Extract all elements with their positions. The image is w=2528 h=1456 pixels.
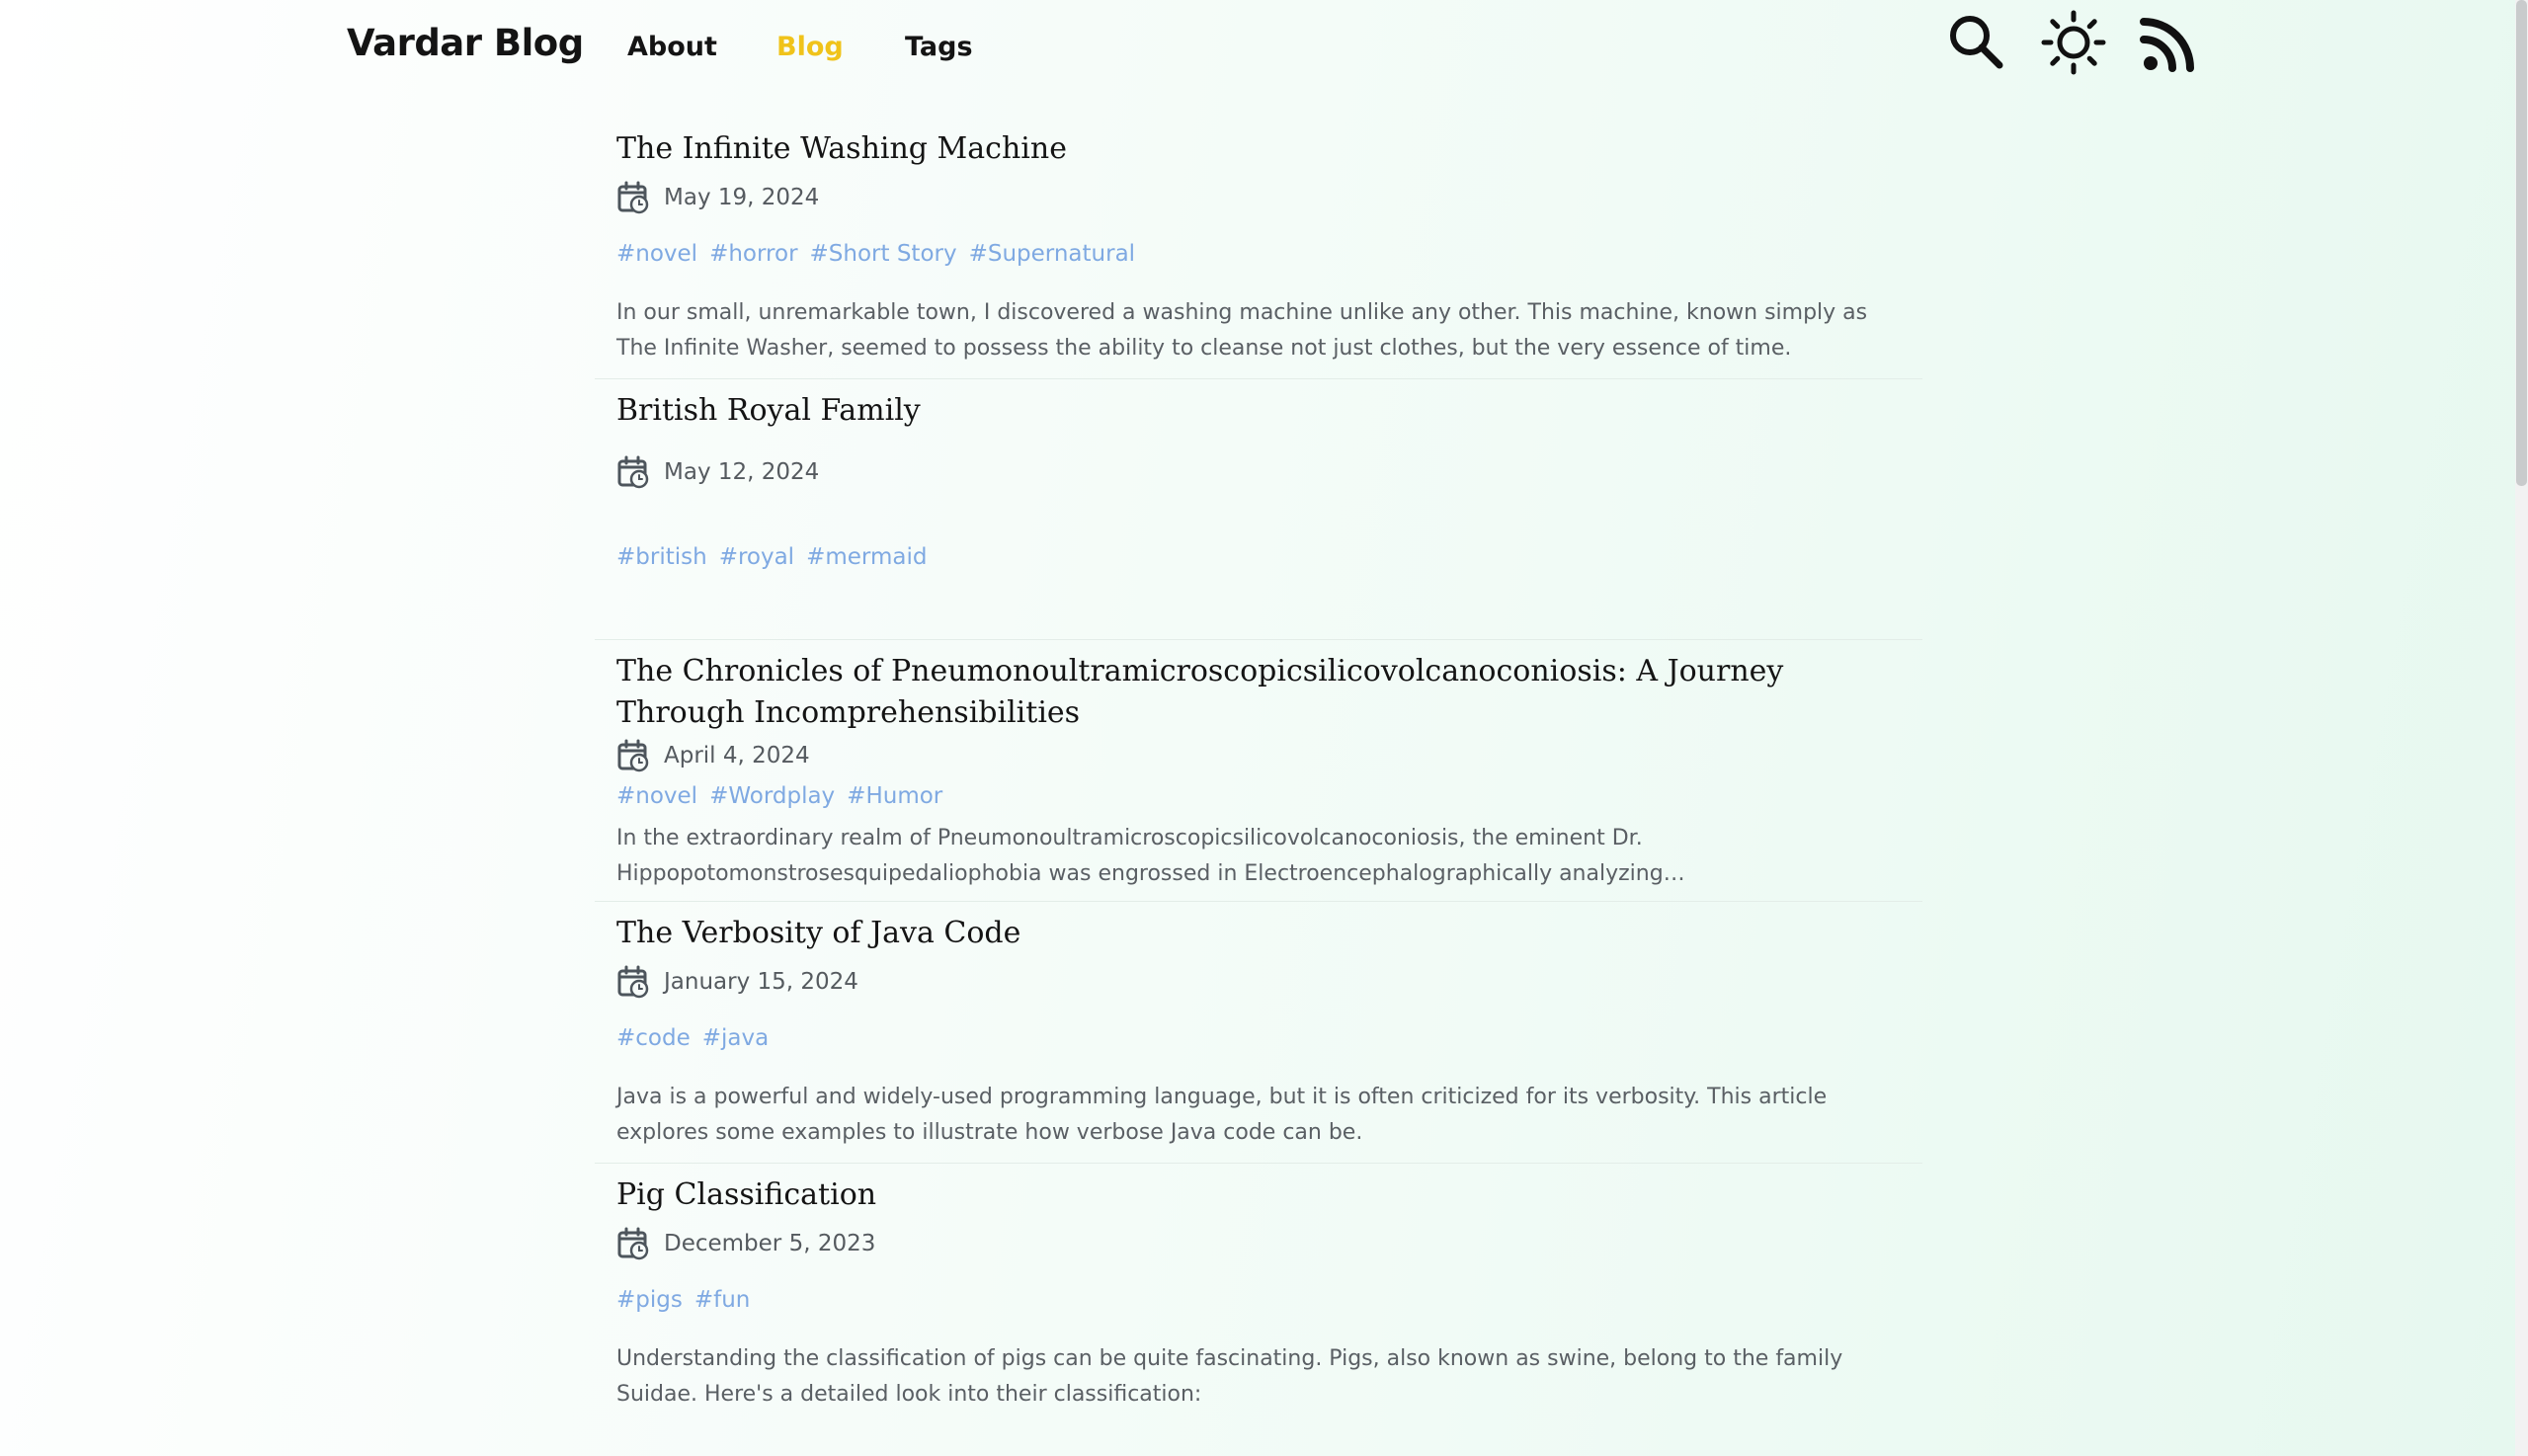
- post-title-link[interactable]: The Infinite Washing Machine: [616, 128, 1920, 170]
- post-title-link[interactable]: The Chronicles of Pneumonoultramicroscop…: [616, 651, 1920, 734]
- post-date-text: January 15, 2024: [664, 969, 858, 995]
- post-item: Pig Classification December 5, 2023 #pig…: [595, 1163, 1922, 1456]
- tag-link[interactable]: #fun: [694, 1287, 751, 1313]
- search-button[interactable]: [1944, 10, 2009, 75]
- tag-link[interactable]: #british: [616, 544, 707, 570]
- post-date: December 5, 2023: [616, 1227, 875, 1260]
- post-tags: #pigs #fun: [616, 1287, 750, 1313]
- post-date-text: December 5, 2023: [664, 1231, 876, 1256]
- post-tags: #novel #horror #Short Story #Supernatura…: [616, 241, 1135, 267]
- tag-link[interactable]: #Short Story: [810, 241, 957, 267]
- calendar-clock-icon: [617, 181, 649, 214]
- calendar-clock-icon: [617, 965, 649, 999]
- post-date-text: May 12, 2024: [664, 459, 820, 485]
- rss-feed-button[interactable]: [2137, 10, 2202, 75]
- post-excerpt: Understanding the classification of pigs…: [616, 1346, 1843, 1407]
- post-date-text: April 4, 2024: [664, 743, 810, 768]
- post-tags: #british #royal #mermaid: [616, 544, 927, 570]
- tag-link[interactable]: #novel: [616, 241, 697, 267]
- post-excerpt: In our small, unremarkable town, I disco…: [616, 300, 1868, 361]
- tag-link[interactable]: #horror: [709, 241, 797, 267]
- post-title-link[interactable]: British Royal Family: [616, 390, 1920, 432]
- post-date: April 4, 2024: [616, 739, 810, 772]
- post-item: The Infinite Washing Machine May 19, 202…: [595, 119, 1922, 379]
- rss-icon: [2140, 18, 2194, 72]
- theme-toggle-button[interactable]: [2041, 10, 2106, 75]
- post-item: British Royal Family May 12, 2024 #briti…: [595, 378, 1922, 640]
- post-date: May 19, 2024: [616, 181, 819, 214]
- tag-link[interactable]: #Humor: [847, 783, 942, 809]
- site-brand-link[interactable]: Vardar Blog: [347, 22, 584, 64]
- post-date: January 15, 2024: [616, 965, 858, 999]
- nav-tags-link[interactable]: Tags: [905, 32, 973, 62]
- tag-link[interactable]: #pigs: [616, 1287, 683, 1313]
- tag-link[interactable]: #novel: [616, 783, 697, 809]
- tag-link[interactable]: #Wordplay: [709, 783, 835, 809]
- search-icon: [1950, 16, 2003, 69]
- nav-about-link[interactable]: About: [627, 32, 717, 62]
- post-tags: #novel #Wordplay #Humor: [616, 783, 942, 809]
- tag-link[interactable]: #code: [616, 1025, 691, 1051]
- tag-link[interactable]: #Supernatural: [969, 241, 1135, 267]
- sun-icon: [2041, 10, 2106, 75]
- site-header: Vardar Blog About Blog Tags: [0, 0, 2515, 99]
- post-excerpt: Java is a powerful and widely-used progr…: [616, 1085, 1828, 1145]
- post-item: The Chronicles of Pneumonoultramicroscop…: [595, 639, 1922, 902]
- post-title-link[interactable]: Pig Classification: [616, 1174, 1920, 1216]
- post-date: May 12, 2024: [616, 455, 819, 489]
- calendar-clock-icon: [617, 455, 649, 489]
- page: Vardar Blog About Blog Tags The Infinite…: [0, 0, 2515, 1456]
- nav-blog-link[interactable]: Blog: [776, 32, 844, 62]
- page-scrollbar[interactable]: [2515, 0, 2528, 1456]
- tag-link[interactable]: #java: [702, 1025, 769, 1051]
- calendar-clock-icon: [617, 1227, 649, 1260]
- post-tags: #code #java: [616, 1025, 769, 1051]
- tag-link[interactable]: #royal: [719, 544, 794, 570]
- calendar-clock-icon: [617, 739, 649, 772]
- tag-link[interactable]: #mermaid: [806, 544, 927, 570]
- post-date-text: May 19, 2024: [664, 185, 820, 210]
- scrollbar-thumb[interactable]: [2516, 0, 2527, 486]
- post-excerpt: In the extraordinary realm of Pneumonoul…: [616, 826, 1685, 886]
- post-title-link[interactable]: The Verbosity of Java Code: [616, 913, 1920, 954]
- post-item: The Verbosity of Java Code January 15, 2…: [595, 901, 1922, 1164]
